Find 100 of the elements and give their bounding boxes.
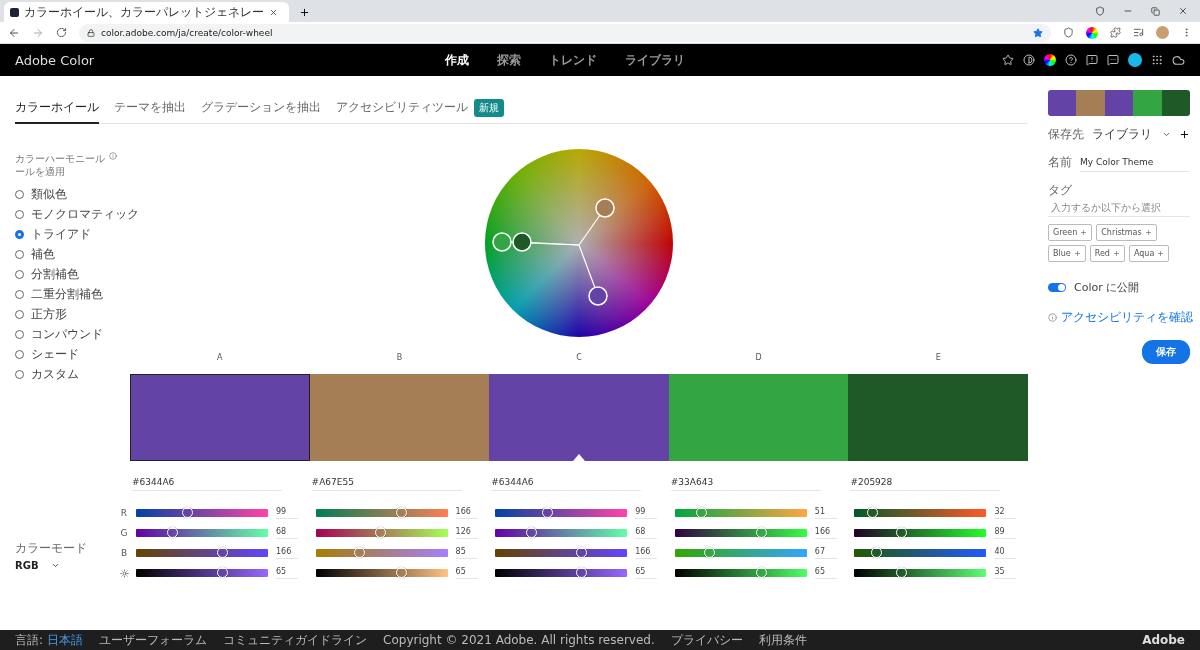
harmony-option[interactable]: トライアド — [15, 224, 91, 244]
color-swatch[interactable] — [848, 374, 1028, 461]
save-button[interactable]: 保存 — [1142, 340, 1190, 364]
harmony-option[interactable]: 類似色 — [15, 184, 67, 204]
tag-chip[interactable]: Red — [1089, 245, 1125, 262]
hex-field[interactable]: #6344A6 — [132, 473, 282, 491]
color-handle[interactable] — [588, 286, 608, 306]
harmony-option[interactable]: モノクロマティック — [15, 204, 139, 224]
color-slider[interactable] — [315, 529, 448, 537]
color-slider[interactable] — [854, 509, 987, 517]
hex-field[interactable]: #33A643 — [670, 473, 821, 491]
color-swatch[interactable] — [668, 374, 849, 461]
tag-chip[interactable]: Christmas — [1096, 224, 1157, 241]
color-slider[interactable] — [495, 529, 628, 537]
color-mode-select[interactable]: RGB — [15, 560, 87, 571]
slider-value[interactable]: 65 — [455, 567, 478, 579]
library-select[interactable]: ライブラリ — [1092, 126, 1171, 143]
cloud-icon[interactable] — [1172, 53, 1185, 67]
hex-field[interactable]: #6344A6 — [491, 473, 642, 491]
slider-value[interactable]: 89 — [994, 527, 1017, 539]
playlist-icon[interactable] — [1133, 27, 1144, 38]
color-slider[interactable] — [315, 549, 448, 557]
footer-link[interactable]: プライバシー — [670, 631, 743, 649]
extensions-icon[interactable] — [1110, 27, 1121, 38]
color-slider[interactable] — [674, 549, 807, 557]
color-slider[interactable] — [854, 529, 987, 537]
color-slider[interactable] — [136, 549, 268, 557]
slider-value[interactable]: 35 — [994, 567, 1017, 579]
color-slider[interactable] — [136, 509, 268, 517]
help-icon[interactable] — [1065, 54, 1077, 66]
footer-link[interactable]: 利用条件 — [758, 631, 807, 649]
harmony-option[interactable]: 正方形 — [15, 304, 67, 324]
slider-value[interactable]: 126 — [455, 527, 478, 539]
avatar-icon[interactable] — [1128, 53, 1142, 67]
hex-field[interactable]: #A67E55 — [311, 473, 462, 491]
harmony-option[interactable]: コンパウンド — [15, 324, 103, 344]
slider-value[interactable]: 85 — [455, 547, 478, 559]
name-field[interactable]: My Color Theme — [1080, 153, 1190, 172]
accessibility-link[interactable]: アクセシビリティを確認 — [1061, 309, 1193, 326]
tag-input-field[interactable]: 入力するか以下から選択 — [1048, 199, 1190, 217]
harmony-option[interactable]: 補色 — [15, 244, 55, 264]
tag-chip[interactable]: Aqua — [1128, 245, 1170, 262]
restore-icon[interactable] — [1151, 6, 1160, 16]
color-slider[interactable] — [495, 509, 628, 517]
slider-value[interactable]: 65 — [635, 567, 658, 579]
star-icon[interactable] — [1002, 54, 1014, 66]
shield-icon[interactable] — [1095, 6, 1105, 16]
harmony-option[interactable]: 分割補色 — [15, 264, 79, 284]
harmony-option[interactable]: 二重分割補色 — [15, 284, 103, 304]
color-slider[interactable] — [136, 569, 268, 577]
color-slider[interactable] — [495, 569, 628, 577]
color-wheel-icon[interactable] — [1086, 26, 1098, 39]
nav-link[interactable]: トレンド — [549, 51, 597, 69]
tab[interactable]: テーマを抽出 — [114, 93, 186, 124]
color-slider[interactable] — [674, 569, 807, 577]
tag-chip[interactable]: Green — [1048, 224, 1093, 241]
slider-value[interactable]: 68 — [276, 527, 298, 539]
slider-value[interactable]: 166 — [814, 527, 837, 539]
color-slider[interactable] — [136, 529, 268, 537]
slider-value[interactable]: 40 — [994, 547, 1017, 559]
harmony-option[interactable]: シェード — [15, 344, 79, 364]
slider-value[interactable]: 65 — [276, 567, 298, 579]
chat-icon[interactable] — [1107, 54, 1119, 66]
slider-value[interactable]: 51 — [814, 507, 837, 519]
nav-link[interactable]: ライブラリ — [625, 51, 685, 69]
add-icon[interactable] — [1179, 129, 1190, 140]
slider-value[interactable]: 99 — [276, 507, 298, 519]
slider-value[interactable]: 65 — [814, 567, 837, 579]
color-slider[interactable] — [854, 549, 987, 557]
color-handle[interactable] — [492, 232, 512, 252]
new-tab-icon[interactable] — [299, 7, 310, 18]
browser-tab[interactable]: カラーホイール、カラーパレットジェネレー — [4, 2, 289, 22]
slider-value[interactable]: 68 — [635, 527, 658, 539]
hex-field[interactable]: #205928 — [850, 473, 1001, 491]
contrast-icon[interactable] — [1023, 54, 1035, 66]
nav-link[interactable]: 作成 — [445, 51, 469, 69]
apps-grid-icon[interactable] — [1151, 54, 1163, 66]
color-wheel-icon[interactable] — [1044, 54, 1056, 66]
tag-chip[interactable]: Blue — [1048, 245, 1086, 262]
nav-link[interactable]: 探索 — [497, 51, 521, 69]
tab[interactable]: アクセシビリティツール 新規 — [336, 93, 504, 124]
color-swatch[interactable] — [489, 374, 669, 461]
slider-value[interactable]: 67 — [814, 547, 837, 559]
color-slider[interactable] — [315, 509, 448, 517]
back-icon[interactable] — [8, 26, 20, 39]
feedback-icon[interactable] — [1086, 54, 1098, 66]
radio-icon[interactable] — [15, 229, 24, 239]
slider-value[interactable]: 99 — [635, 507, 658, 519]
color-handle[interactable] — [512, 232, 532, 252]
slider-value[interactable]: 32 — [994, 507, 1017, 519]
close-icon[interactable] — [1178, 6, 1188, 16]
color-slider[interactable] — [674, 529, 807, 537]
tab[interactable]: カラーホイール — [15, 93, 99, 124]
color-slider[interactable] — [495, 549, 628, 557]
slider-value[interactable]: 166 — [635, 547, 658, 559]
color-swatch[interactable] — [309, 374, 490, 461]
bookmark-star-icon[interactable] — [1033, 27, 1043, 38]
address-field[interactable]: color.adobe.com/ja/create/color-wheel — [79, 23, 1051, 42]
footer-link[interactable]: コミュニティガイドライン — [223, 631, 368, 649]
slider-value[interactable]: 166 — [276, 547, 298, 559]
